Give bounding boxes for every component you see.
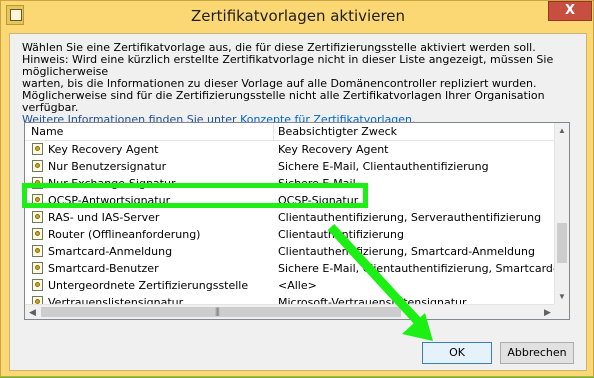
certificate-template-icon <box>32 279 43 291</box>
list-item[interactable]: Nur Benutzersignatur Sichere E-Mail, Clie… <box>25 158 555 175</box>
column-header-name[interactable]: Name <box>31 125 63 138</box>
list-rows: Key Recovery Agent Key Recovery Agent Nur… <box>25 141 569 311</box>
row-name: Untergeordnete Zertifizierungsstelle <box>48 279 249 292</box>
description-line-4: Möglicherweise sind für die Zertifizieru… <box>22 89 545 114</box>
row-name: RAS- und IAS-Server <box>48 211 160 224</box>
row-purpose: Clientauthentifizierung <box>278 228 404 241</box>
list-item[interactable]: Untergeordnete Zertifizierungsstelle <All… <box>25 277 555 294</box>
row-purpose: Clientauthentifizierung, Smartcard-Anmel… <box>278 245 535 258</box>
description-line-2: Hinweis: Wird eine kürzlich erstellte Ze… <box>22 53 554 78</box>
scroll-grip: ||| <box>215 306 220 316</box>
certificate-template-icon <box>32 160 43 172</box>
ok-button[interactable]: OK <box>422 342 492 364</box>
cancel-button[interactable]: Abbrechen <box>500 342 574 364</box>
scroll-right-arrow-icon[interactable]: ▶ <box>540 305 555 319</box>
row-purpose: Sichere E-Mail, Clientauthentifizierung,… <box>278 262 569 275</box>
row-purpose: <Alle> <box>278 279 317 292</box>
list-header: Name Beabsichtigter Zweck <box>25 123 555 141</box>
horizontal-scroll-thumb[interactable] <box>41 307 401 317</box>
list-item[interactable]: Smartcard-Benutzer Sichere E-Mail, Client… <box>25 260 569 277</box>
row-name: Router (Offlineanforderung) <box>48 228 201 241</box>
list-item[interactable]: RAS- und IAS-Server Clientauthentifizieru… <box>25 209 555 226</box>
template-list[interactable]: Name Beabsichtigter Zweck Key Recovery A… <box>24 122 570 320</box>
row-name: Nur Benutzersignatur <box>48 160 167 173</box>
title-bar[interactable]: Zertifikatvorlagen aktivieren X <box>1 1 594 32</box>
list-item[interactable]: Smartcard-Anmeldung Clientauthentifizieru… <box>25 243 555 260</box>
vertical-scrollbar[interactable]: ▲ ▼ <box>554 123 569 304</box>
certificate-template-icon <box>32 143 43 155</box>
scroll-up-arrow-icon[interactable]: ▲ <box>555 123 569 138</box>
dialog-window: Zertifikatvorlagen aktivieren X Wählen S… <box>0 0 594 377</box>
horizontal-scrollbar[interactable]: ◀ ||| ▶ <box>25 304 555 319</box>
column-header-purpose[interactable]: Beabsichtigter Zweck <box>278 125 397 138</box>
highlight-box <box>22 183 368 208</box>
row-purpose: Clientauthentifizierung, Serverauthentif… <box>278 211 542 224</box>
certificate-template-icon <box>32 228 43 240</box>
list-item[interactable]: Key Recovery Agent Key Recovery Agent <box>25 141 555 158</box>
vertical-scroll-thumb[interactable] <box>557 223 567 263</box>
certificate-template-icon <box>32 262 43 274</box>
certificate-template-icon <box>32 211 43 223</box>
row-name: Key Recovery Agent <box>48 143 159 156</box>
scroll-down-arrow-icon[interactable]: ▼ <box>555 289 569 304</box>
list-item[interactable]: Router (Offlineanforderung) Clientauthent… <box>25 226 555 243</box>
row-purpose: Sichere E-Mail, Clientauthentifizierung <box>278 160 489 173</box>
close-button[interactable]: X <box>548 1 592 21</box>
row-purpose: Key Recovery Agent <box>278 143 389 156</box>
description-text: Wählen Sie eine Zertifikatvorlage aus, d… <box>22 42 578 126</box>
row-name: Smartcard-Benutzer <box>48 262 159 275</box>
certificate-template-icon <box>32 245 43 257</box>
window-title: Zertifikatvorlagen aktivieren <box>190 7 406 25</box>
scroll-left-arrow-icon[interactable]: ◀ <box>25 305 40 319</box>
scrollbar-corner <box>554 304 569 319</box>
column-separator[interactable] <box>273 123 274 140</box>
row-name: Smartcard-Anmeldung <box>48 245 173 258</box>
